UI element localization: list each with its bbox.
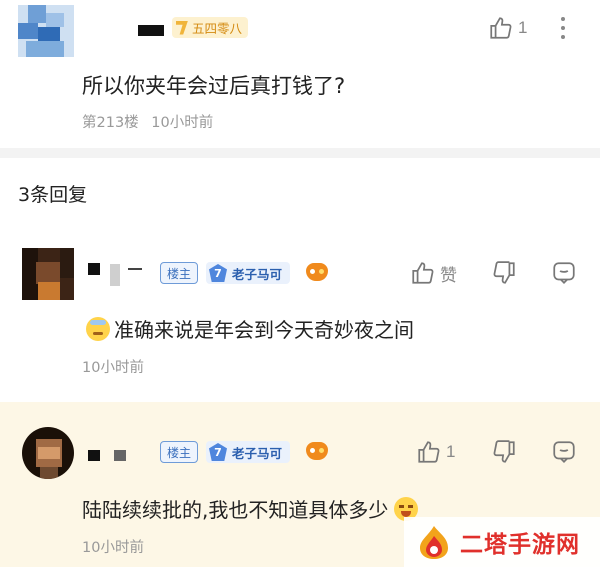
like-label: 赞 bbox=[440, 265, 457, 285]
level-badge: 7 老子马可 bbox=[206, 441, 291, 463]
game-controller-icon bbox=[306, 442, 328, 460]
badge-icon bbox=[176, 20, 188, 35]
username-part bbox=[114, 450, 126, 461]
reply-button[interactable] bbox=[550, 259, 578, 287]
thumbs-down-icon bbox=[493, 261, 515, 284]
watermark-text: 二塔手游网 bbox=[460, 532, 580, 558]
reply-count-header: 3条回复 bbox=[18, 184, 88, 206]
dislike-button[interactable] bbox=[490, 259, 518, 287]
level-badge: 7 老子马可 bbox=[206, 262, 291, 284]
emoji-icon bbox=[86, 316, 110, 341]
thumbs-up-icon bbox=[490, 17, 512, 39]
avatar[interactable] bbox=[18, 5, 74, 57]
avatar[interactable] bbox=[22, 427, 74, 479]
like-button[interactable]: 1 bbox=[416, 438, 455, 466]
level-number: 7 bbox=[209, 443, 227, 461]
avatar[interactable] bbox=[22, 248, 74, 300]
like-count: 1 bbox=[446, 442, 456, 461]
watermark: 二塔手游网 bbox=[404, 517, 600, 567]
username-part bbox=[128, 268, 142, 270]
username[interactable] bbox=[88, 450, 100, 461]
timestamp: 10小时前 bbox=[82, 540, 144, 556]
thumbs-up-icon bbox=[412, 262, 434, 284]
like-button[interactable]: 1 bbox=[488, 14, 527, 42]
dislike-button[interactable] bbox=[490, 438, 518, 466]
floor-number: 第213楼 bbox=[82, 115, 139, 131]
owner-badge: 楼主 bbox=[160, 262, 199, 284]
section-divider bbox=[0, 148, 600, 158]
comment-text: 准确来说是年会到今天奇妙夜之间 bbox=[114, 318, 414, 342]
comment-icon bbox=[553, 441, 575, 463]
level-number: 7 bbox=[209, 264, 227, 282]
reply-button[interactable] bbox=[550, 438, 578, 466]
timestamp: 10小时前 bbox=[82, 360, 144, 376]
owner-badge: 楼主 bbox=[160, 441, 199, 463]
game-controller-icon bbox=[306, 263, 328, 281]
like-count: 1 bbox=[518, 18, 528, 37]
level-title: 老子马可 bbox=[232, 445, 283, 461]
timestamp: 10小时前 bbox=[151, 115, 214, 131]
user-badge: 五四零八 bbox=[172, 17, 249, 38]
thumbs-down-icon bbox=[493, 440, 515, 463]
level-title: 老子马可 bbox=[232, 266, 283, 282]
more-button[interactable] bbox=[556, 14, 570, 42]
username[interactable] bbox=[138, 25, 164, 36]
comment-icon bbox=[553, 262, 575, 284]
thumbs-up-icon bbox=[418, 441, 440, 463]
flame-logo-icon bbox=[420, 526, 448, 559]
username[interactable] bbox=[88, 263, 100, 275]
more-vertical-icon bbox=[561, 17, 565, 39]
username-part bbox=[110, 264, 120, 286]
like-button[interactable]: 赞 bbox=[410, 259, 457, 287]
comment-text: 所以你夹年会过后真打钱了? bbox=[82, 74, 346, 98]
comment-text: 陆陆续续批的,我也不知道具体多少 bbox=[82, 498, 389, 522]
